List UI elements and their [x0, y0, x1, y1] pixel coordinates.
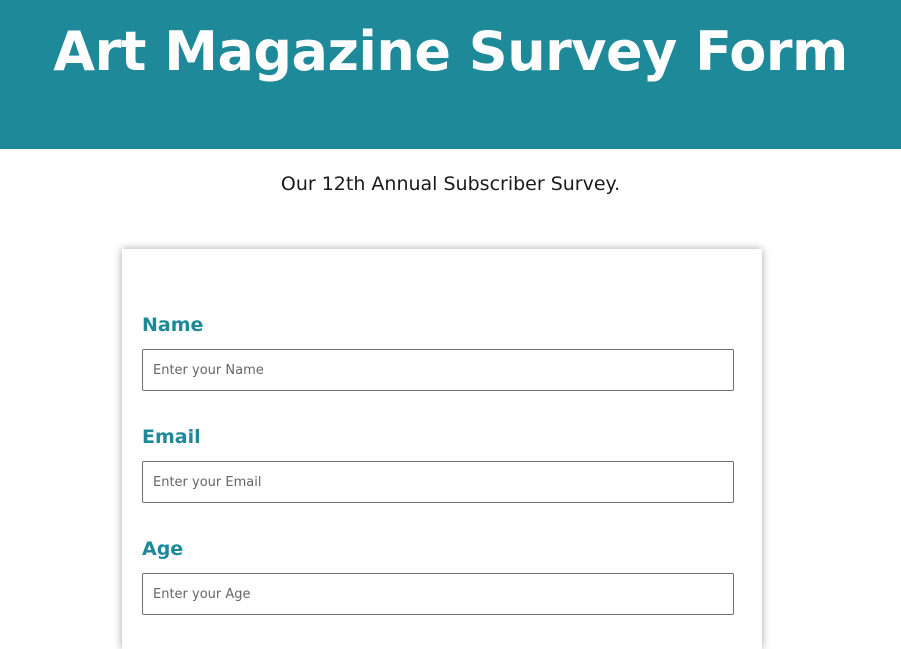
survey-description: Our 12th Annual Subscriber Survey.: [280, 173, 621, 195]
age-label: Age: [142, 538, 184, 560]
page-title: Art Magazine Survey Form: [53, 20, 848, 83]
email-label: Email: [142, 426, 201, 448]
age-input[interactable]: [142, 573, 734, 615]
name-input[interactable]: [142, 349, 734, 391]
page-header: Art Magazine Survey Form: [0, 0, 901, 149]
name-label: Name: [142, 314, 204, 336]
survey-form: Name Email Age: [122, 249, 762, 649]
email-input[interactable]: [142, 461, 734, 503]
